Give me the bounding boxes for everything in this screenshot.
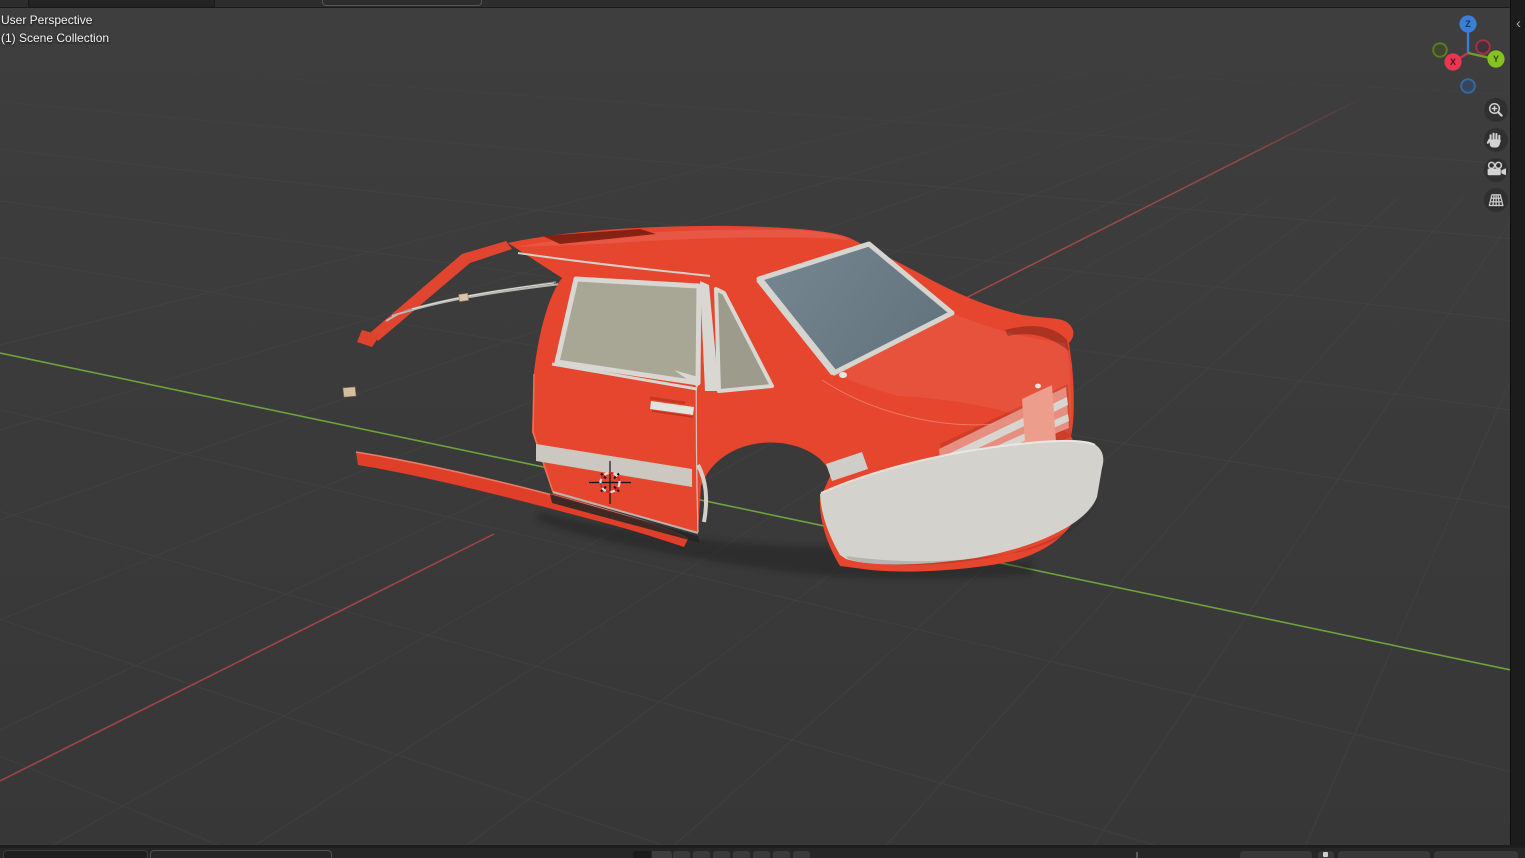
frame-field[interactable] [1240,851,1312,858]
topbar [0,0,1525,8]
gizmo-x-label: X [1450,57,1456,67]
wiper-base-dot [839,372,847,378]
gizmo-axis-z-neg[interactable] [1460,78,1476,94]
perspective-toggle-button[interactable] [1484,188,1508,212]
detached-part[interactable] [342,386,357,398]
view-perspective-label: User Perspective [1,13,93,27]
viewport-3d[interactable]: Z X Y [0,0,1525,858]
frame-start-field[interactable] [1338,851,1430,858]
playback-button[interactable] [713,851,730,858]
active-collection-label: (1) Scene Collection [1,31,110,45]
zoom-button[interactable] [1484,98,1508,122]
right-editor-edge [1510,0,1525,858]
pan-button[interactable] [1484,128,1508,152]
sidebar-expand-chevron[interactable]: ‹ [1516,16,1521,31]
gizmo-z-label: Z [1465,19,1471,29]
trunk-keyhole [1035,383,1041,389]
editor-type-button[interactable] [3,850,148,858]
frame-end-field[interactable] [1434,851,1518,858]
gizmo-y-label: Y [1493,54,1499,64]
x-axis-line-left [0,533,495,782]
playback-button[interactable] [673,851,690,858]
gizmo-axis-y-neg[interactable] [1432,42,1448,58]
timeline-small-button-2[interactable] [652,851,672,858]
wiper-pivot [458,292,469,302]
playback-button[interactable] [753,851,770,858]
camera-view-button[interactable] [1484,158,1508,182]
navigation-gizmo[interactable]: Z X Y [1432,15,1505,94]
viewport-toolbar [1484,98,1508,212]
timeline-small-button[interactable] [633,851,651,858]
playback-button[interactable] [693,851,710,858]
gizmo-axis-x-neg[interactable] [1475,39,1491,55]
car-model[interactable] [355,225,1104,572]
workspace-tab[interactable] [28,0,215,8]
playback-button[interactable] [793,851,810,858]
blender-window: Z X Y User Perspective (1) Scene Collect… [0,0,1525,858]
x-axis-line-right [957,93,1371,303]
playback-button[interactable] [733,851,750,858]
keying-button[interactable] [1318,851,1334,858]
timeline-menu-group[interactable] [150,850,332,858]
workspace-tab-outline[interactable] [322,0,482,6]
keying-icon [1323,852,1328,857]
timeline-strip [0,845,1525,858]
playback-button[interactable] [773,851,790,858]
scrollbar-tick [1136,852,1138,858]
